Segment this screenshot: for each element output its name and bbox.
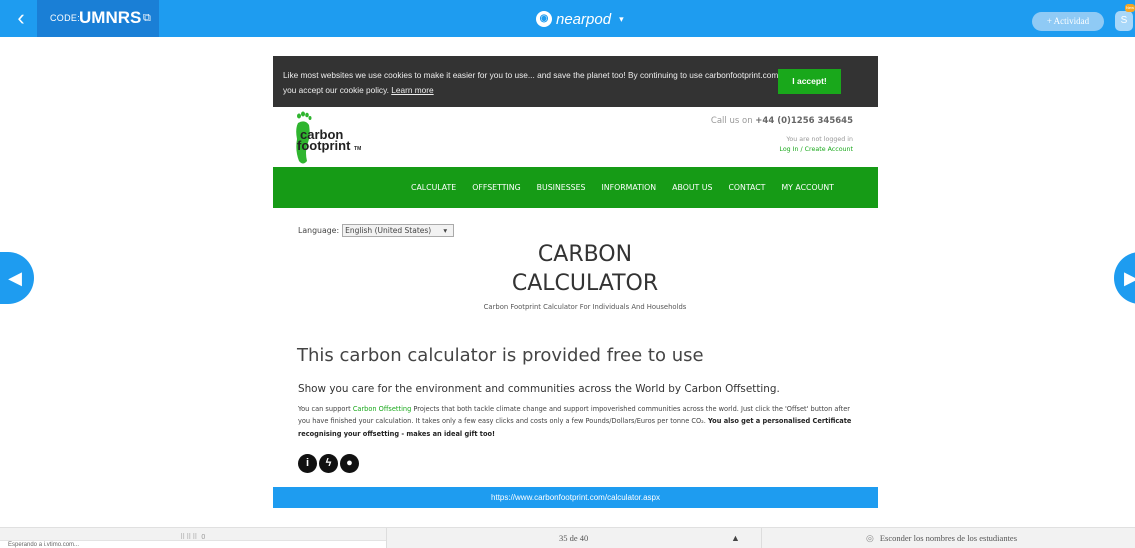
nav-item-calculate[interactable]: CALCULATE (411, 183, 456, 192)
chevron-down-icon: ▾ (443, 226, 448, 235)
phone-number: +44 (0)1256 345645 (755, 116, 853, 126)
nav-item-contact[interactable]: CONTACT (728, 183, 765, 192)
calculator-title-line-1: CARBON (537, 242, 633, 267)
top-bar: ‹ CODE: UMNRS ⧉ ◉ nearpod ▾ + Actividad … (0, 0, 1135, 37)
language-label: Language: (298, 226, 340, 235)
cookie-banner: Like most websites we use cookies to mak… (273, 56, 878, 107)
avatar[interactable]: S (1115, 11, 1133, 31)
carbon-offsetting-link[interactable]: Carbon Offsetting (353, 405, 411, 413)
page-counter: 35 de 40 ▲ (386, 528, 762, 548)
nav-item-about-us[interactable]: ABOUT US (672, 183, 712, 192)
eye-slash-icon: ◎ (866, 533, 874, 543)
code-label: CODE: (50, 13, 81, 23)
url-bar[interactable]: https://www.carbonfootprint.com/calculat… (273, 487, 878, 508)
nav-item-information[interactable]: INFORMATION (601, 183, 656, 192)
chevron-up-icon[interactable]: ▲ (731, 528, 740, 548)
site-nav: CALCULATE OFFSETTING BUSINESSES INFORMAT… (273, 167, 878, 208)
cookie-message: Like most websites we use cookies to mak… (283, 70, 779, 95)
info-icon[interactable]: i (298, 454, 317, 473)
arrow-right-icon: ▶ (1124, 268, 1135, 288)
learn-more-link[interactable]: Learn more (391, 85, 433, 95)
call-us-line: Call us on +44 (0)1256 345645 (711, 116, 853, 126)
login-status: You are not logged in (786, 136, 853, 143)
session-code-box[interactable]: CODE: UMNRS ⧉ (37, 0, 159, 37)
nav-item-my-account[interactable]: MY ACCOUNT (781, 183, 834, 192)
previous-slide-button[interactable]: ◀ (0, 252, 34, 304)
chevron-down-icon: ▾ (619, 13, 624, 24)
bottom-bar: ⠿⠿⠿ 0 Esperando a i.vtimo.com... 35 de 4… (0, 527, 1135, 548)
free-heading: This carbon calculator is provided free … (297, 345, 704, 366)
calculator-subtitle: Carbon Footprint Calculator For Individu… (483, 303, 687, 311)
calculator-title: CARBON CALCULATOR (460, 240, 710, 298)
site-header: carbon footprint TM Call us on +44 (0)12… (273, 107, 878, 167)
language-row: Language: English (United States) ▾ (298, 224, 455, 237)
logo-line-2-text: footprint (297, 138, 351, 153)
browser-status-line: Esperando a i.vtimo.com... (0, 540, 386, 548)
calculator-title-line-2: CALCULATOR (511, 271, 659, 296)
lightning-icon[interactable]: ϟ (319, 454, 338, 473)
trademark: TM (354, 146, 362, 152)
hide-student-names-toggle[interactable]: ◎ Esconder los nombres de los estudiante… (866, 528, 1017, 548)
language-select[interactable]: English (United States) ▾ (342, 224, 455, 237)
arrow-left-icon: ◀ (8, 268, 22, 288)
external-link-icon[interactable]: ⧉ (143, 12, 151, 25)
nav-item-offsetting[interactable]: OFFSETTING (472, 183, 520, 192)
icon-row: i ϟ ● (298, 454, 359, 473)
call-prefix: Call us on (710, 116, 753, 126)
login-link[interactable]: Log In / Create Account (779, 146, 853, 153)
new-badge: New (1125, 4, 1135, 12)
offsetting-heading: Show you care for the environment and co… (298, 383, 780, 395)
cookie-text: Like most websites we use cookies to mak… (283, 68, 783, 98)
nearpod-menu[interactable]: ◉ nearpod ▾ (536, 9, 624, 29)
paragraph-start: You can support (298, 405, 351, 413)
brand-name: nearpod (556, 10, 612, 28)
next-slide-button[interactable]: ▶ (1114, 252, 1135, 304)
language-value: English (United States) (345, 226, 432, 235)
page-counter-text: 35 de 40 (559, 533, 589, 543)
logo-line-2: footprint TM (297, 138, 362, 155)
body-paragraph: You can support Carbon Offsetting Projec… (298, 403, 863, 440)
add-activity-button[interactable]: + Actividad (1032, 12, 1104, 31)
nearpod-logo-icon: ◉ (536, 11, 552, 27)
hide-names-label: Esconder los nombres de los estudiantes (879, 533, 1018, 543)
back-button[interactable]: ‹ (8, 5, 34, 31)
user-icon[interactable]: ● (340, 454, 359, 473)
site-logo[interactable]: carbon footprint TM (297, 128, 362, 155)
code-value: UMNRS (79, 8, 142, 27)
accept-cookies-button[interactable]: I accept! (778, 69, 841, 94)
nav-item-businesses[interactable]: BUSINESSES (537, 183, 586, 192)
chevron-left-icon: ‹ (17, 5, 25, 30)
